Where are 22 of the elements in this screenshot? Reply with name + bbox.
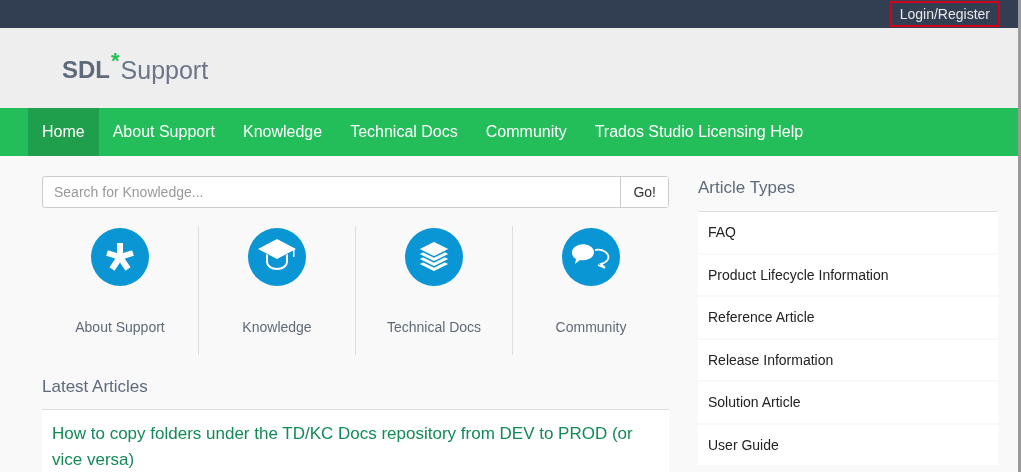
chat-bubbles-icon[interactable] [562, 228, 620, 286]
article-type-link[interactable]: Product Lifecycle Information [698, 254, 998, 295]
go-button[interactable]: Go! [620, 177, 668, 207]
tile-label[interactable]: Technical Docs [386, 319, 482, 335]
tile-label[interactable]: Knowledge [242, 319, 312, 335]
article-type-link[interactable]: Release Information [698, 339, 998, 380]
logo-brand: SDL [62, 55, 110, 84]
article-type-link[interactable]: Solution Article [698, 382, 998, 423]
book-stack-icon[interactable] [405, 228, 463, 286]
article-type-link[interactable]: Reference Article [698, 297, 998, 338]
article-type-link[interactable]: FAQ [698, 212, 998, 253]
nav-tab[interactable]: Home [28, 108, 99, 156]
tile-label[interactable]: About Support [75, 319, 165, 335]
article-type-link[interactable]: User Guide [698, 424, 998, 465]
logo-product: Support [120, 55, 209, 85]
graduation-cap-icon[interactable] [248, 228, 306, 286]
search-field[interactable]: Search for Knowledge... Go! [42, 176, 669, 208]
logo-asterisk: * [111, 47, 120, 74]
login-link[interactable]: Login/Register [889, 1, 1000, 27]
asterisk-icon[interactable] [91, 228, 149, 286]
article-link[interactable]: How to copy folders under the TD/KC Docs repository from DEV to PROD (or vice versa) [42, 410, 669, 472]
tile-label[interactable]: Community [555, 319, 627, 335]
